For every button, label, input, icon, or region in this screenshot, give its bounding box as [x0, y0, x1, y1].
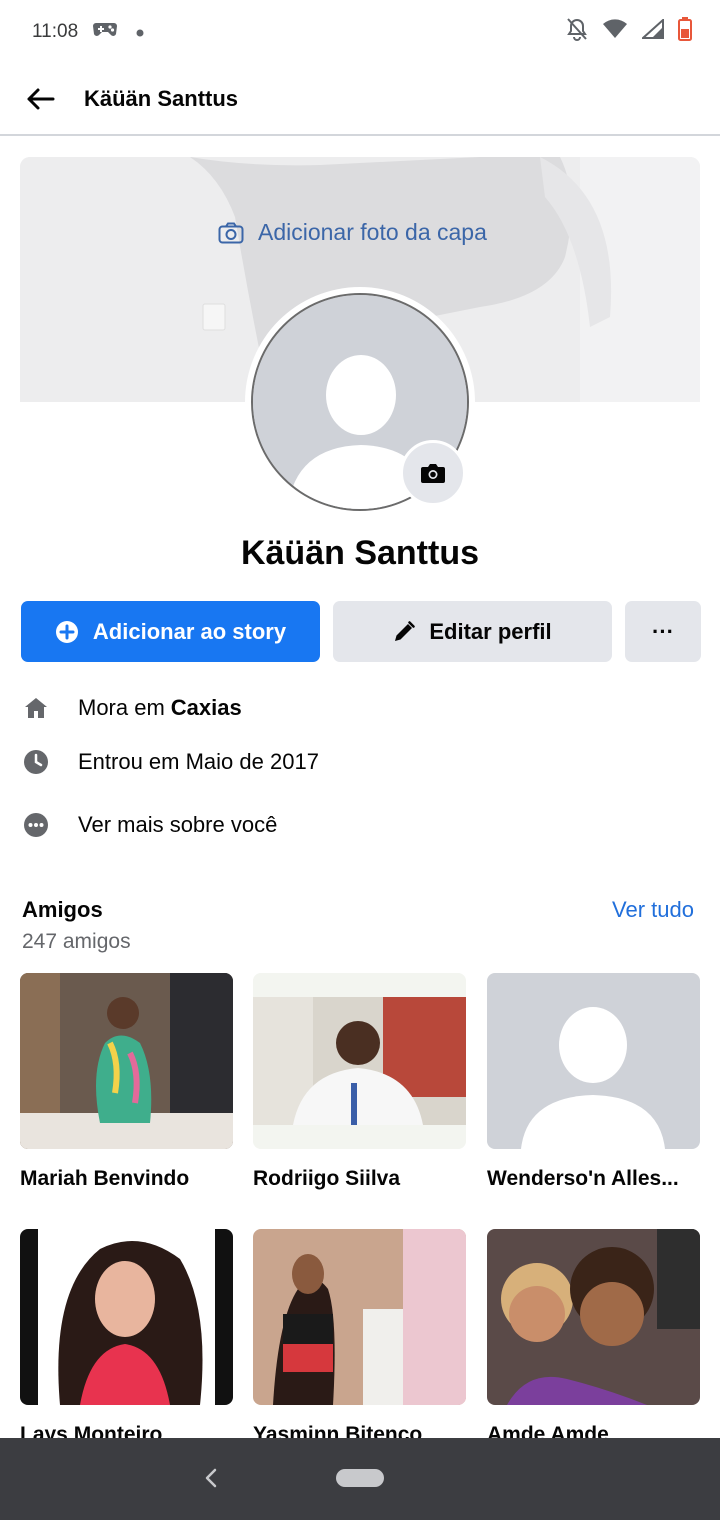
see-all-friends-link[interactable]: Ver tudo	[612, 897, 694, 923]
profile-name: Käüän Santtus	[240, 534, 480, 572]
pencil-icon	[395, 620, 416, 641]
friend-card[interactable]: Wenderso'n Alles...	[487, 973, 700, 1191]
default-avatar-icon	[487, 973, 700, 1149]
nav-home-pill[interactable]	[336, 1469, 384, 1487]
friend-card[interactable]: Yasminn Bitenco	[253, 1229, 466, 1447]
friend-photo	[487, 1229, 700, 1405]
more-options-label: ···	[652, 618, 674, 644]
more-options-button[interactable]: ···	[625, 601, 701, 662]
bell-off-icon	[566, 17, 588, 47]
friends-title: Amigos	[22, 897, 103, 922]
edit-profile-label: Editar perfil	[429, 618, 552, 644]
clock-icon	[22, 748, 50, 776]
add-to-story-button[interactable]: Adicionar ao story	[21, 601, 320, 662]
edit-profile-button[interactable]: Editar perfil	[333, 601, 612, 662]
see-more-about-you[interactable]: Ver mais sobre você	[22, 811, 277, 839]
camera-outline-icon	[218, 222, 244, 243]
app-bar: Käüän Santtus	[0, 64, 720, 136]
detail-joined: Entrou em Maio de 2017	[22, 748, 319, 776]
dot-icon	[136, 21, 144, 43]
friend-card[interactable]: Lays Monteiro	[20, 1229, 233, 1447]
friend-name: Wenderso'n Alles...	[487, 1167, 679, 1190]
friend-photo	[20, 1229, 233, 1405]
signal-icon	[640, 17, 664, 45]
camera-icon	[421, 464, 445, 483]
friend-card[interactable]: Amde Amde	[487, 1229, 700, 1447]
back-button[interactable]	[0, 63, 80, 135]
friend-name: Rodriigo Siilva	[253, 1167, 401, 1190]
friend-photo	[253, 973, 466, 1149]
friend-card[interactable]: Rodriigo Siilva	[253, 973, 466, 1191]
add-cover-photo-label: Adicionar foto da capa	[258, 219, 487, 245]
change-profile-picture-button[interactable]	[400, 440, 466, 506]
battery-icon	[678, 17, 692, 47]
friend-photo	[20, 973, 233, 1149]
joined-text: Entrou em Maio de 2017	[78, 749, 319, 774]
more-dots-icon	[22, 811, 50, 839]
home-icon	[22, 694, 50, 722]
lives-in-city: Caxias	[170, 695, 242, 720]
wifi-icon	[602, 19, 628, 45]
arrow-left-icon	[27, 88, 55, 110]
plus-circle-icon	[55, 620, 78, 643]
lives-in-prefix: Mora em	[78, 695, 165, 720]
status-bar: 11:08	[0, 0, 720, 64]
nav-back-icon[interactable]	[203, 1468, 219, 1493]
add-cover-photo-button[interactable]: Adicionar foto da capa	[218, 219, 487, 246]
page-title: Käüän Santtus	[84, 86, 239, 111]
friend-photo	[253, 1229, 466, 1405]
status-time: 11:08	[32, 21, 79, 42]
detail-lives-in: Mora em Caxias	[22, 694, 242, 722]
system-nav-bar	[0, 1438, 720, 1520]
add-to-story-label: Adicionar ao story	[92, 618, 287, 644]
friend-name: Mariah Benvindo	[20, 1167, 190, 1190]
friends-count: 247 amigos	[22, 930, 131, 953]
friend-card[interactable]: Mariah Benvindo	[20, 973, 233, 1191]
see-more-label: Ver mais sobre você	[78, 812, 278, 837]
game-icon	[92, 19, 118, 45]
